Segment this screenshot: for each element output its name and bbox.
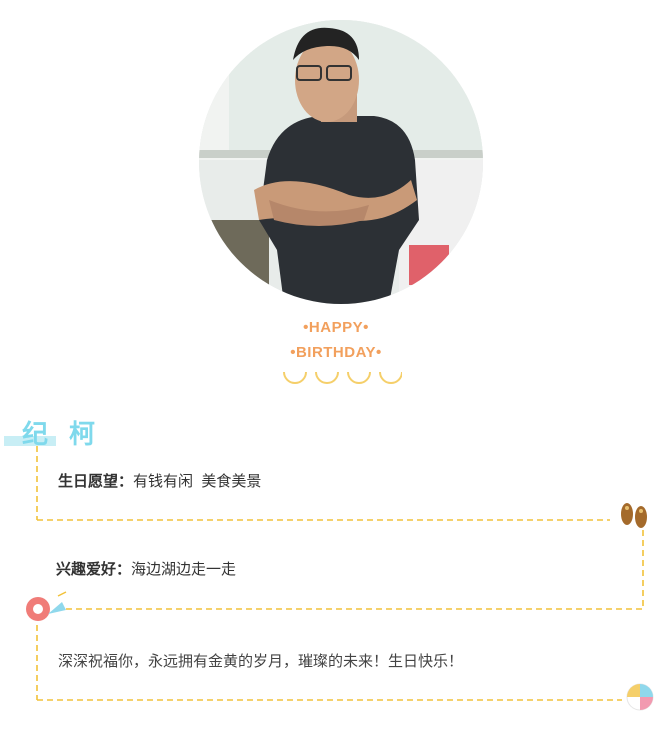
- beach-ball-icon: [626, 683, 654, 711]
- blessing-text: 深深祝福你，永远拥有金黄的岁月，璀璨的未来！生日快乐！: [58, 653, 464, 670]
- hobby-value: 海边湖边走一走: [131, 561, 237, 578]
- happy-text: •HAPPY•: [303, 319, 369, 336]
- person-name: 纪 柯: [22, 420, 102, 450]
- profile-photo: [199, 20, 483, 304]
- birthday-wish-line: 生日愿望：有钱有闲 美食美景: [58, 470, 261, 491]
- flip-flops-icon: [621, 503, 647, 528]
- hobby-line: 兴趣爱好：海边湖边走一走: [56, 558, 236, 579]
- decorative-semicircles: [283, 371, 402, 384]
- hobby-label: 兴趣爱好：: [56, 561, 132, 578]
- wish-value: 有钱有闲 美食美景: [133, 473, 262, 490]
- birthday-text: •BIRTHDAY•: [290, 344, 382, 361]
- wish-label: 生日愿望：: [58, 473, 134, 490]
- name-header: 纪 柯: [4, 414, 104, 450]
- swim-ring-icon: [26, 591, 67, 621]
